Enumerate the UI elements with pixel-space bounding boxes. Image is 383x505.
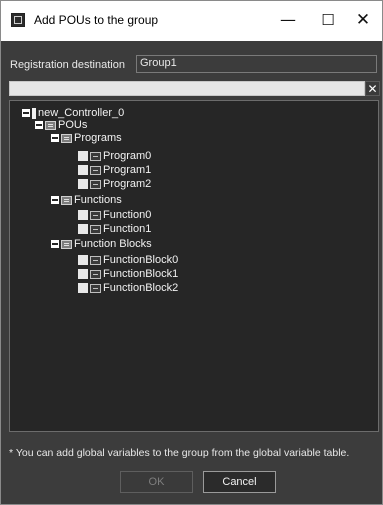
tree-item-functionblock1[interactable]: FunctionBlock1 — [78, 268, 178, 280]
registration-destination-field[interactable]: Group1 — [136, 55, 377, 73]
collapse-icon[interactable] — [51, 240, 59, 248]
title-bar: Add POUs to the group — ☐ ✕ — [1, 1, 382, 41]
pou-icon — [90, 151, 101, 161]
folder-icon — [61, 133, 72, 143]
tree-item-label: FunctionBlock2 — [103, 282, 179, 294]
pou-icon — [90, 224, 101, 234]
folder-icon — [61, 195, 72, 205]
tree-node-label: Function Blocks — [74, 238, 152, 250]
tree-item-label: FunctionBlock0 — [103, 254, 179, 266]
add-pous-dialog: Add POUs to the group — ☐ ✕ Registration… — [0, 0, 383, 505]
pou-icon — [90, 283, 101, 293]
dialog-app-icon — [11, 13, 25, 27]
collapse-icon[interactable] — [51, 196, 59, 204]
tree-item-label: Function0 — [103, 209, 152, 221]
minimize-button[interactable]: — — [271, 7, 305, 33]
tree-node-function-blocks[interactable]: Function Blocks — [51, 238, 152, 250]
pou-icon — [90, 255, 101, 265]
global-variables-note: * You can add global variables to the gr… — [9, 447, 350, 459]
close-button[interactable]: ✕ — [346, 7, 380, 33]
pou-icon — [90, 210, 101, 220]
checkbox-icon[interactable] — [78, 165, 88, 175]
pou-icon — [90, 269, 101, 279]
folder-icon — [45, 120, 56, 130]
tree-node-label: POUs — [58, 119, 88, 131]
tree-node-programs[interactable]: Programs — [51, 132, 122, 144]
folder-icon — [61, 239, 72, 249]
tree-item-label: Program2 — [103, 178, 152, 190]
checkbox-icon[interactable] — [78, 269, 88, 279]
tree-node-functions[interactable]: Functions — [51, 194, 122, 206]
checkbox-icon[interactable] — [78, 255, 88, 265]
cancel-button[interactable]: Cancel — [203, 471, 276, 493]
tree-item-label: Program0 — [103, 150, 152, 162]
registration-destination-label: Registration destination — [10, 59, 125, 71]
tree-item-label: Function1 — [103, 223, 152, 235]
tree-node-label: new_Controller_0 — [38, 107, 125, 119]
checkbox-icon[interactable] — [78, 151, 88, 161]
ok-button[interactable]: OK — [120, 471, 193, 493]
pou-icon — [90, 179, 101, 189]
tree-node-label: Functions — [74, 194, 122, 206]
tree-item-program2[interactable]: Program2 — [78, 178, 151, 190]
checkbox-icon[interactable] — [78, 283, 88, 293]
tree-item-function0[interactable]: Function0 — [78, 209, 151, 221]
pou-tree[interactable]: new_Controller_0 POUs Programs Program0 … — [9, 100, 379, 432]
tree-node-pous[interactable]: POUs — [35, 119, 87, 131]
tree-item-functionblock0[interactable]: FunctionBlock0 — [78, 254, 178, 266]
tree-node-label: Programs — [74, 132, 122, 144]
window-title: Add POUs to the group — [34, 13, 159, 27]
maximize-button[interactable]: ☐ — [311, 7, 345, 33]
tree-item-label: FunctionBlock1 — [103, 268, 179, 280]
collapse-icon[interactable] — [51, 134, 59, 142]
filter-input[interactable] — [9, 81, 365, 96]
tree-item-program1[interactable]: Program1 — [78, 164, 151, 176]
tree-item-function1[interactable]: Function1 — [78, 223, 151, 235]
clear-filter-button[interactable]: ✕ — [365, 81, 380, 96]
collapse-icon[interactable] — [22, 109, 30, 117]
pou-icon — [90, 165, 101, 175]
collapse-icon[interactable] — [35, 121, 43, 129]
tree-item-label: Program1 — [103, 164, 152, 176]
checkbox-icon[interactable] — [78, 210, 88, 220]
controller-icon — [32, 107, 36, 119]
tree-item-program0[interactable]: Program0 — [78, 150, 151, 162]
checkbox-icon[interactable] — [78, 224, 88, 234]
tree-item-functionblock2[interactable]: FunctionBlock2 — [78, 282, 178, 294]
tree-node-controller[interactable]: new_Controller_0 — [22, 107, 124, 119]
checkbox-icon[interactable] — [78, 179, 88, 189]
